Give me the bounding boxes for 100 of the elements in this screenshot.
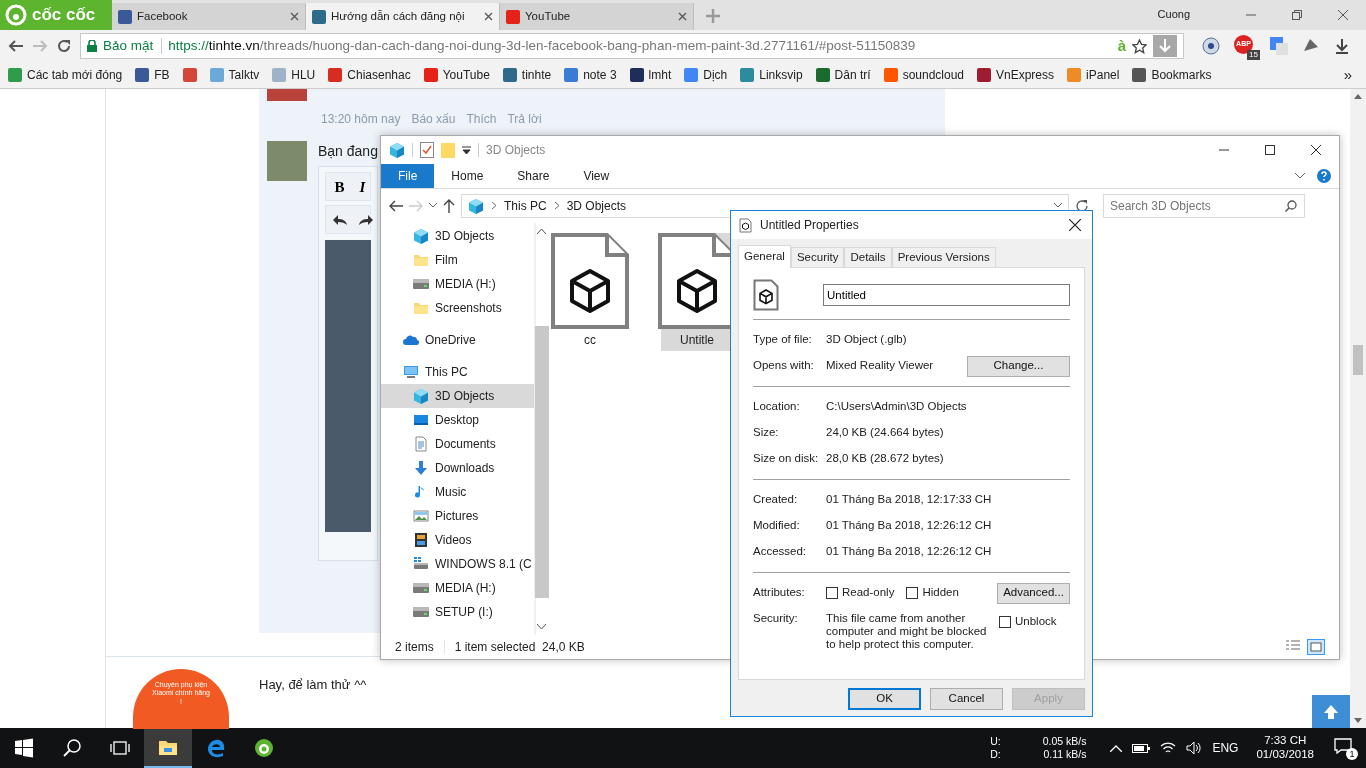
nav-item[interactable]: WINDOWS 8.1 (C xyxy=(381,551,534,576)
nav-item[interactable]: Desktop xyxy=(381,407,534,432)
ribbon-tab[interactable]: File xyxy=(381,164,435,188)
browser-tab[interactable]: Facebook xyxy=(112,3,306,30)
search-icon[interactable] xyxy=(1285,199,1297,212)
bookmark-link[interactable]: soundcloud xyxy=(883,67,964,83)
dialog-button[interactable]: Cancel xyxy=(930,688,1003,710)
properties-icon[interactable] xyxy=(420,142,434,158)
back-icon[interactable] xyxy=(8,38,24,54)
redo-icon[interactable] xyxy=(358,212,374,227)
bookmark-link[interactable]: Talktv xyxy=(209,67,260,83)
name-field[interactable]: Untitled xyxy=(823,284,1070,306)
browser-tab[interactable]: YouTube xyxy=(500,3,694,30)
ribbon-tab[interactable]: View xyxy=(566,164,627,188)
nav-item[interactable]: 3D Objects xyxy=(381,223,534,248)
bookmark-link[interactable]: Dịch xyxy=(684,67,728,83)
nav-item[interactable]: This PC xyxy=(381,359,534,384)
address-bar[interactable]: Bảo mật https://tinhte.vn/threads/huong-dan-cach-dang-noi-dung-3d-len-facebook-bang-phan-mem-paint-3d.2771161/#post-51150839 à xyxy=(80,33,1184,59)
browser-tab[interactable]: Hướng dẫn cách đăng nội xyxy=(306,3,500,30)
chevron-up-icon[interactable] xyxy=(1110,744,1123,752)
scroll-down-icon[interactable] xyxy=(1354,718,1362,723)
bookmark-link[interactable]: Các tab mới đóng xyxy=(8,67,123,83)
dialog-tab[interactable]: Previous Versions xyxy=(891,247,996,267)
nav-item[interactable]: 3D Objects xyxy=(381,383,534,408)
close-icon[interactable] xyxy=(484,12,493,21)
nav-item[interactable]: Screenshots xyxy=(381,295,534,320)
bookmark-link[interactable]: Bookmarks xyxy=(1132,67,1212,83)
notification-button[interactable]: 1 xyxy=(1334,738,1358,758)
bookmark-link[interactable]: Chiasenhac xyxy=(328,67,411,83)
bookmark-link[interactable]: iPanel xyxy=(1067,67,1120,83)
more-bookmarks-button[interactable]: » xyxy=(1343,66,1352,84)
close-icon[interactable] xyxy=(1311,145,1321,155)
nav-item[interactable]: SETUP (I:) xyxy=(381,599,534,624)
scroll-up-icon[interactable] xyxy=(536,228,546,234)
bookmark-link[interactable]: HLU xyxy=(272,67,316,83)
change-button[interactable]: Change... xyxy=(967,355,1070,377)
search-field[interactable]: Search 3D Objects xyxy=(1103,193,1305,218)
download-icon[interactable] xyxy=(1334,38,1350,54)
nav-item[interactable]: MEDIA (H:) xyxy=(381,575,534,600)
scroll-to-top-button[interactable] xyxy=(1312,695,1350,728)
battery-icon[interactable] xyxy=(1132,742,1151,754)
bookmark-link[interactable]: VnExpress xyxy=(977,67,1055,83)
dialog-tab[interactable]: General xyxy=(738,245,791,268)
nav-item[interactable]: Pictures xyxy=(381,503,534,528)
ribbon-tab[interactable]: Share xyxy=(500,164,567,188)
clock-date[interactable]: 01/03/2018 xyxy=(1256,748,1314,762)
chevron-down-icon[interactable] xyxy=(429,203,437,209)
italic-button[interactable]: I xyxy=(355,177,370,196)
scroll-down-icon[interactable] xyxy=(536,624,546,630)
bookmark-link[interactable]: Dân trí xyxy=(815,67,871,83)
reload-icon[interactable] xyxy=(56,38,72,54)
extension-icon[interactable] xyxy=(1202,37,1220,55)
star-icon[interactable] xyxy=(1132,38,1147,54)
dropdown-icon[interactable] xyxy=(462,146,471,154)
bold-button[interactable]: B xyxy=(332,177,347,196)
scrollbar-thumb[interactable] xyxy=(534,325,549,598)
checkbox[interactable]: Read-only xyxy=(826,586,895,600)
profile-name[interactable]: Cuong xyxy=(1157,8,1190,22)
translate-icon[interactable] xyxy=(1270,37,1288,55)
nav-item[interactable]: Videos xyxy=(381,527,534,552)
nav-item[interactable]: Music xyxy=(381,479,534,504)
dialog-tab[interactable]: Details xyxy=(844,247,892,267)
dialog-tab[interactable]: Security xyxy=(790,247,845,267)
bookmark-link[interactable]: tinhte xyxy=(502,67,552,83)
advanced-button[interactable]: Advanced... xyxy=(997,582,1070,604)
file-item[interactable]: Untitle xyxy=(661,232,733,352)
nav-item[interactable]: Film xyxy=(381,247,534,272)
cube-icon[interactable] xyxy=(389,142,405,158)
checkbox[interactable]: Hidden xyxy=(906,586,959,600)
nav-item[interactable]: Documents xyxy=(381,431,534,456)
checkbox[interactable]: Unblock xyxy=(999,615,1057,629)
file-item[interactable]: cc xyxy=(554,232,626,352)
up-arrow-icon[interactable] xyxy=(443,198,455,213)
language-indicator[interactable]: ENG xyxy=(1212,740,1239,756)
dialog-button[interactable]: OK xyxy=(848,688,921,710)
nav-item[interactable]: MEDIA (H:) xyxy=(381,271,534,296)
chevron-down-icon[interactable] xyxy=(1054,203,1062,209)
scrollbar-thumb[interactable] xyxy=(1353,345,1363,375)
maximize-icon[interactable] xyxy=(1265,145,1275,155)
nav-item[interactable]: OneDrive xyxy=(381,327,534,352)
chevron-down-icon[interactable] xyxy=(1295,172,1305,179)
ribbon-tab[interactable]: Home xyxy=(434,164,501,188)
nav-item[interactable]: Downloads xyxy=(381,455,534,480)
restore-icon[interactable] xyxy=(1292,10,1302,20)
close-icon[interactable] xyxy=(1069,219,1081,231)
bookmark-link[interactable]: Linksvip xyxy=(740,67,803,83)
clock-time[interactable]: 7:33 CH xyxy=(1264,734,1307,748)
folder-button[interactable] xyxy=(144,728,192,768)
wifi-icon[interactable] xyxy=(1160,741,1177,755)
bookmark-link[interactable]: lmht xyxy=(629,67,672,83)
large-icons-view-icon[interactable] xyxy=(1307,639,1325,656)
speaker-icon[interactable] xyxy=(1186,741,1203,755)
bookmark-link[interactable]: YouTube xyxy=(423,67,490,83)
help-icon[interactable] xyxy=(1317,168,1331,183)
bookmark-link[interactable]: FB xyxy=(135,67,170,83)
refresh-icon[interactable] xyxy=(1075,198,1089,213)
scroll-up-icon[interactable] xyxy=(1354,94,1362,99)
back-icon[interactable] xyxy=(389,199,403,212)
bookmark-link[interactable]: note 3 xyxy=(564,67,617,83)
bookmark-icon[interactable] xyxy=(182,68,197,82)
